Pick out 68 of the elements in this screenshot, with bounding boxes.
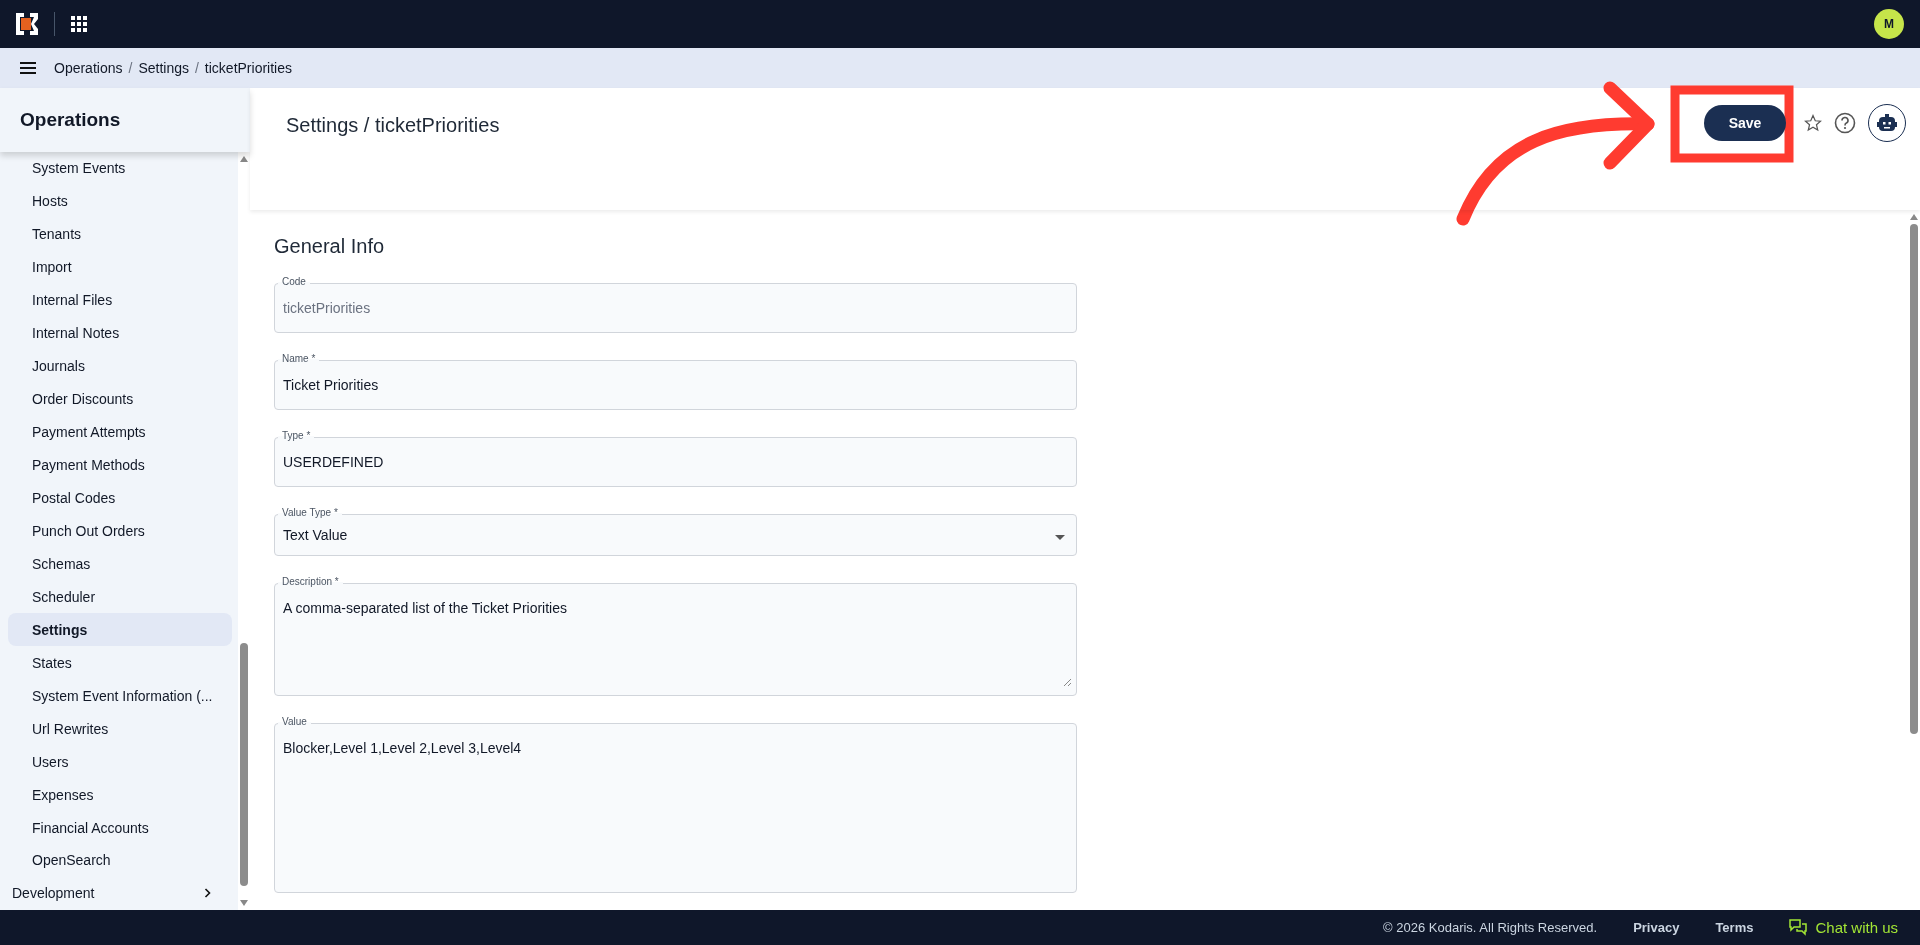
field-value: USERDEFINED <box>283 453 385 471</box>
field-value: ticketPriorities <box>283 299 372 317</box>
star-icon[interactable] <box>1804 114 1822 132</box>
field-label: Code <box>278 276 310 288</box>
sidebar-item[interactable]: System Events <box>8 152 232 185</box>
sidebar-item[interactable]: Internal Notes <box>8 316 232 350</box>
field-value: Text Value <box>283 526 349 544</box>
chat-icon <box>1789 919 1808 936</box>
sidebar-item[interactable]: Expenses <box>8 778 232 812</box>
resize-handle-icon[interactable] <box>1063 678 1071 686</box>
field-label: Description * <box>278 576 343 588</box>
copyright-text: © 2026 Kodaris. All Rights Reserved. <box>1383 920 1598 935</box>
page-title: Settings / ticketPriorities <box>286 114 501 137</box>
text-area[interactable]: Value Blocker,Level 1,Level 2,Level 3,Level4 <box>274 716 1077 893</box>
sidebar-item[interactable]: OpenSearch <box>8 844 232 877</box>
sidebar-item[interactable]: Settings <box>8 613 232 647</box>
sidebar-item[interactable]: Url Rewrites <box>8 712 232 746</box>
logo-icon[interactable] <box>16 13 38 35</box>
sidebar-item[interactable]: States <box>8 646 232 680</box>
sidebar-item[interactable]: Scheduler <box>8 580 232 614</box>
sidebar-item[interactable]: Users <box>8 745 232 779</box>
sidebar-title: Operations <box>0 88 250 152</box>
sidebar-item[interactable]: System Event Information (... <box>8 679 232 713</box>
field-value: Blocker,Level 1,Level 2,Level 3,Level4 <box>283 739 523 757</box>
footer-link[interactable]: Terms <box>1715 920 1754 935</box>
field-label: Value Type * <box>278 507 342 519</box>
chat-button[interactable]: Chat with us <box>1789 919 1898 936</box>
sidebar-item[interactable]: Punch Out Orders <box>8 514 232 548</box>
sidebar-item[interactable]: Order Discounts <box>8 382 232 416</box>
breadcrumb-separator: / <box>128 60 133 76</box>
sidebar-item[interactable]: Payment Methods <box>8 448 232 482</box>
sidebar-item[interactable]: Internal Files <box>8 283 232 317</box>
caret-down-icon <box>1055 535 1065 540</box>
field-label: Name * <box>278 353 320 365</box>
arrow-up-icon[interactable] <box>1910 214 1918 220</box>
field-value: A comma-separated list of the Ticket Priorities <box>283 599 568 617</box>
breadcrumb-link[interactable]: Operations <box>54 60 123 76</box>
arrow-down-icon[interactable] <box>240 900 248 906</box>
input-field[interactable]: Type * USERDEFINED <box>274 430 1077 487</box>
sidebar-item[interactable]: Import <box>8 250 232 284</box>
breadcrumb-link[interactable]: ticketPriorities <box>204 60 292 76</box>
sidebar-item[interactable]: Hosts <box>8 184 232 218</box>
chevron-right-icon <box>204 888 212 899</box>
sidebar-item[interactable]: Journals <box>8 349 232 383</box>
field-label: Value <box>278 716 311 728</box>
sidebar-item[interactable]: Payment Attempts <box>8 415 232 449</box>
menu-icon[interactable] <box>20 62 36 74</box>
sidebar-item[interactable]: Postal Codes <box>8 481 232 515</box>
robot-icon <box>1877 114 1897 132</box>
footer-link[interactable]: Privacy <box>1633 920 1680 935</box>
sidebar-item[interactable]: Tenants <box>8 217 232 251</box>
text-area[interactable]: Description * A comma-separated list of the Ticket Priorities <box>274 576 1077 696</box>
save-button[interactable]: Save <box>1704 105 1786 141</box>
field-label: Type * <box>278 430 315 442</box>
apps-grid-icon[interactable] <box>71 16 87 32</box>
sidebar-section[interactable]: Development <box>0 876 232 910</box>
section-title: General Info <box>274 235 386 258</box>
user-avatar[interactable]: M <box>1874 9 1904 39</box>
arrow-up-icon[interactable] <box>240 156 248 162</box>
help-icon[interactable] <box>1834 112 1856 134</box>
assistant-button[interactable] <box>1877 114 1897 132</box>
sidebar-item[interactable]: Schemas <box>8 547 232 581</box>
breadcrumb-separator: / <box>194 60 199 76</box>
field-value: Ticket Priorities <box>283 376 380 394</box>
input-field[interactable]: Name * Ticket Priorities <box>274 353 1077 410</box>
breadcrumb-link[interactable]: Settings <box>138 60 189 76</box>
sidebar-item[interactable]: Financial Accounts <box>8 811 232 844</box>
select-field[interactable]: Value Type * Text Value <box>274 507 1077 556</box>
